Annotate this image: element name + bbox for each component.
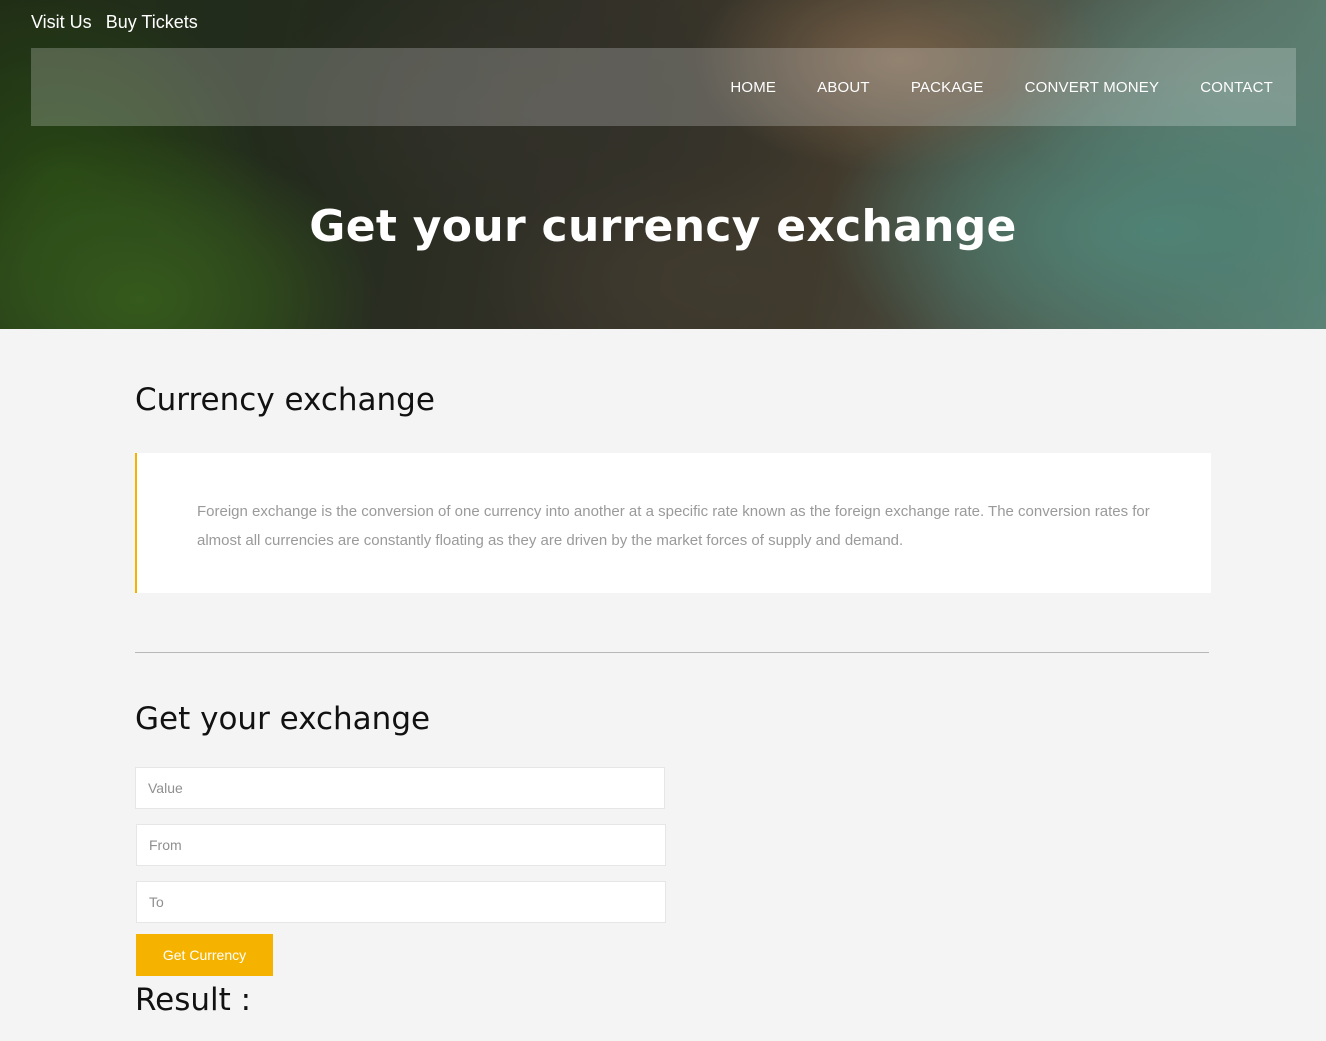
buy-tickets-link[interactable]: Buy Tickets [106, 10, 198, 34]
description-blockquote: Foreign exchange is the conversion of on… [135, 453, 1211, 593]
nav-item-package[interactable]: PACKAGE [911, 79, 984, 96]
nav-menu: HOME ABOUT PACKAGE CONVERT MONEY CONTACT [730, 48, 1273, 126]
currency-exchange-heading: Currency exchange [135, 382, 435, 418]
visit-us-link[interactable]: Visit Us [31, 10, 92, 34]
nav-item-about[interactable]: ABOUT [817, 79, 870, 96]
description-text: Foreign exchange is the conversion of on… [197, 503, 1150, 549]
result-label: Result : [135, 982, 252, 1018]
hero-title: Get your currency exchange [309, 201, 1017, 252]
nav-item-convert-money[interactable]: CONVERT MONEY [1025, 79, 1160, 96]
value-input[interactable] [135, 767, 665, 809]
section-divider [135, 652, 1209, 653]
get-currency-button[interactable]: Get Currency [136, 934, 273, 976]
to-input[interactable] [136, 881, 666, 923]
navbar: HOME ABOUT PACKAGE CONVERT MONEY CONTACT [31, 48, 1296, 126]
nav-item-home[interactable]: HOME [730, 79, 776, 96]
from-input[interactable] [136, 824, 666, 866]
get-exchange-heading: Get your exchange [135, 701, 431, 737]
top-links: Visit Us Buy Tickets [31, 10, 198, 34]
nav-item-contact[interactable]: CONTACT [1200, 79, 1273, 96]
